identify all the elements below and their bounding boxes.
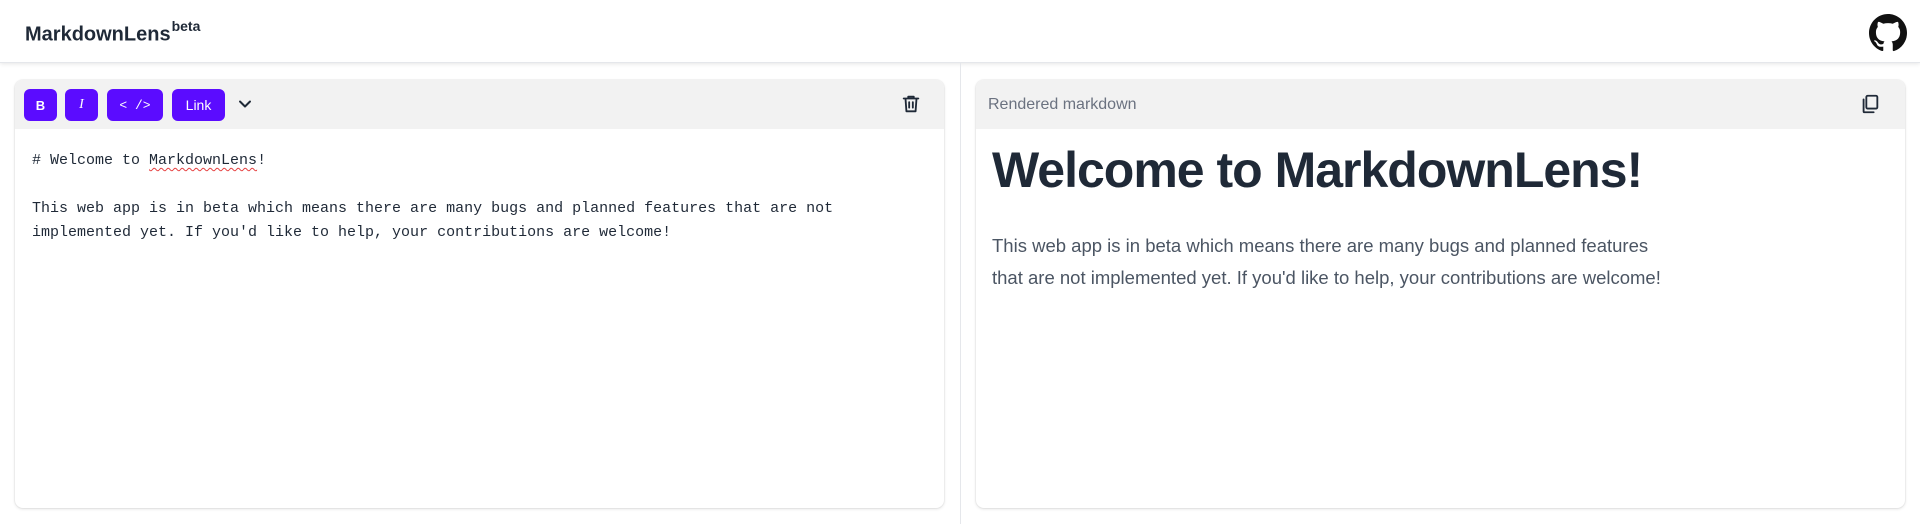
beta-badge: beta <box>171 18 201 34</box>
editor-pane: B I < /> Link # Welcome to MarkdownLens!… <box>15 80 944 508</box>
bold-button[interactable]: B <box>24 89 57 121</box>
code-button[interactable]: < /> <box>107 89 163 121</box>
github-icon[interactable] <box>1869 14 1907 52</box>
markdown-editor[interactable]: # Welcome to MarkdownLens! This web app … <box>15 129 944 508</box>
italic-button[interactable]: I <box>65 89 98 121</box>
copy-icon[interactable] <box>1859 93 1881 115</box>
app-header: MarkdownLensbeta <box>0 0 1920 63</box>
preview-pane: Rendered markdown Welcome to MarkdownLen… <box>976 80 1905 508</box>
brand-name: MarkdownLens <box>25 23 171 46</box>
rendered-markdown: Welcome to MarkdownLens! This web app is… <box>992 140 1692 294</box>
preview-toolbar: Rendered markdown <box>976 80 1905 129</box>
editor-line-heading-suffix: ! <box>257 152 267 169</box>
editor-line-heading-prefix: # Welcome to <box>32 152 150 169</box>
spellcheck-word: MarkdownLens <box>149 152 258 169</box>
trash-icon[interactable] <box>900 93 922 115</box>
pane-divider[interactable] <box>960 63 961 524</box>
rendered-paragraph-line-2: that are not implemented yet. If you'd l… <box>992 267 1661 288</box>
rendered-heading: Welcome to MarkdownLens! <box>992 142 1643 198</box>
chevron-down-icon[interactable] <box>235 94 255 114</box>
editor-toolbar: B I < /> Link <box>15 80 944 129</box>
link-button[interactable]: Link <box>172 89 225 121</box>
editor-paragraph: This web app is in beta which means ther… <box>32 200 843 241</box>
rendered-paragraph: This web app is in beta which means ther… <box>992 230 1692 294</box>
app-title: MarkdownLensbeta <box>25 18 201 47</box>
rendered-paragraph-line-1: This web app is in beta which means ther… <box>992 235 1649 256</box>
preview-label: Rendered markdown <box>988 96 1137 113</box>
